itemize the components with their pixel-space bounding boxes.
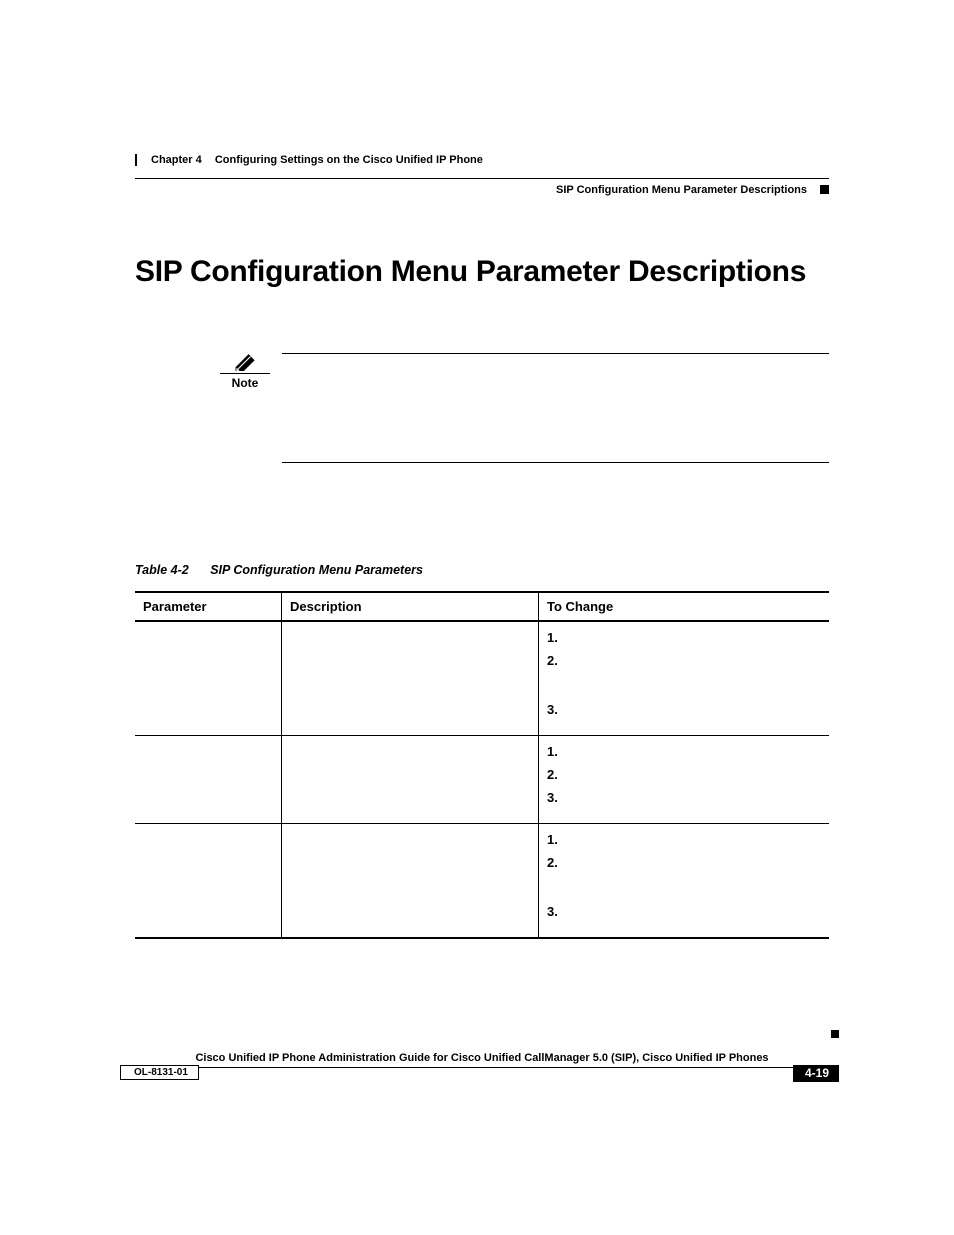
chapter-number: Chapter 4 xyxy=(151,154,202,166)
table-row: 1. 2. 3. xyxy=(135,621,829,736)
note-label: Note xyxy=(220,376,270,390)
cell-description xyxy=(282,824,539,939)
cell-to-change: 1. 2. 3. xyxy=(539,621,830,736)
header-square-icon xyxy=(820,185,829,194)
cell-parameter xyxy=(135,824,282,939)
th-description: Description xyxy=(282,592,539,621)
header-section: SIP Configuration Menu Parameter Descrip… xyxy=(556,184,829,196)
header-left: Chapter 4 Configuring Settings on the Ci… xyxy=(135,154,483,166)
header-rule xyxy=(135,178,829,179)
step-number: 1. xyxy=(547,630,821,645)
table-caption: Table 4-2 SIP Configuration Menu Paramet… xyxy=(135,563,829,577)
note-body xyxy=(282,353,829,463)
parameters-table: Parameter Description To Change 1. 2. 3. xyxy=(135,591,829,939)
cell-parameter xyxy=(135,736,282,824)
step-number: 3. xyxy=(547,702,821,717)
cell-description xyxy=(282,736,539,824)
cell-parameter xyxy=(135,621,282,736)
step-number: 2. xyxy=(547,855,821,870)
footer-square-icon xyxy=(831,1030,839,1038)
step-number: 1. xyxy=(547,744,821,759)
th-parameter: Parameter xyxy=(135,592,282,621)
chapter-title: Configuring Settings on the Cisco Unifie… xyxy=(215,154,483,166)
table-title: SIP Configuration Menu Parameters xyxy=(210,563,423,577)
cell-to-change: 1. 2. 3. xyxy=(539,736,830,824)
step-number: 1. xyxy=(547,832,821,847)
th-to-change: To Change xyxy=(539,592,830,621)
table-row: 1. 2. 3. xyxy=(135,824,829,939)
note-block: Note xyxy=(220,353,829,463)
page-number: 4-19 xyxy=(793,1065,839,1082)
page-title: SIP Configuration Menu Parameter Descrip… xyxy=(135,255,829,289)
footer-rule xyxy=(135,1067,829,1068)
running-header: Chapter 4 Configuring Settings on the Ci… xyxy=(135,160,829,200)
step-number: 2. xyxy=(547,653,821,668)
footer-guide-title: Cisco Unified IP Phone Administration Gu… xyxy=(135,1052,829,1064)
table-number: Table 4-2 xyxy=(135,563,189,577)
cell-to-change: 1. 2. 3. xyxy=(539,824,830,939)
pencil-icon xyxy=(234,353,256,371)
step-number: 2. xyxy=(547,767,821,782)
doc-id: OL-8131-01 xyxy=(125,1065,199,1080)
step-number: 3. xyxy=(547,790,821,805)
step-number: 3. xyxy=(547,904,821,919)
page-footer: Cisco Unified IP Phone Administration Gu… xyxy=(135,1052,829,1085)
cell-description xyxy=(282,621,539,736)
table-row: 1. 2. 3. xyxy=(135,736,829,824)
